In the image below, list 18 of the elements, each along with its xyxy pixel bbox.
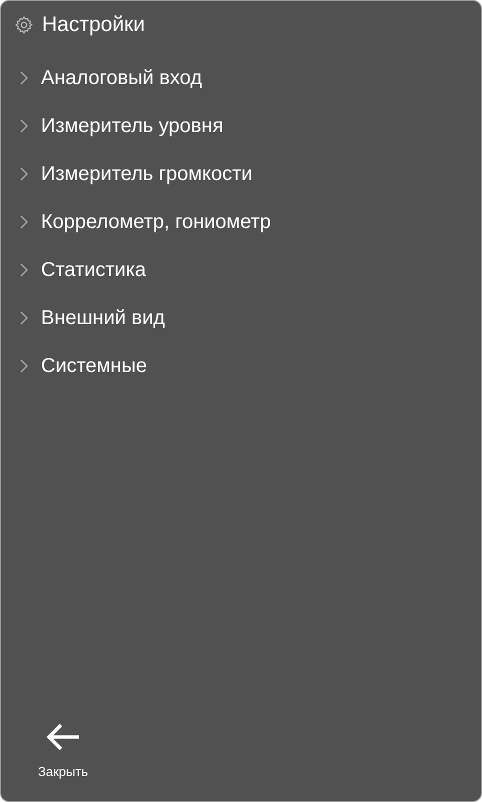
settings-item[interactable]: Измеритель громкости [1,150,481,198]
chevron-icon [19,166,29,182]
panel-title: Настройки [42,12,145,38]
chevron-icon [19,358,29,374]
settings-item[interactable]: Внешний вид [1,294,481,342]
chevron-icon [19,262,29,278]
settings-item[interactable]: Коррелометр, гониометр [1,198,481,246]
settings-item[interactable]: Аналоговый вход [1,54,481,102]
arrow-left-icon [45,722,82,752]
chevron-icon [19,118,29,134]
settings-item[interactable]: Системные [1,342,481,390]
chevron-icon [19,70,29,86]
chevron-icon [19,214,29,230]
close-button[interactable]: Закрыть [38,722,88,779]
settings-item[interactable]: Измеритель уровня [1,102,481,150]
settings-icon [14,15,34,35]
settings-item[interactable]: Статистика [1,246,481,294]
chevron-icon [19,310,29,326]
